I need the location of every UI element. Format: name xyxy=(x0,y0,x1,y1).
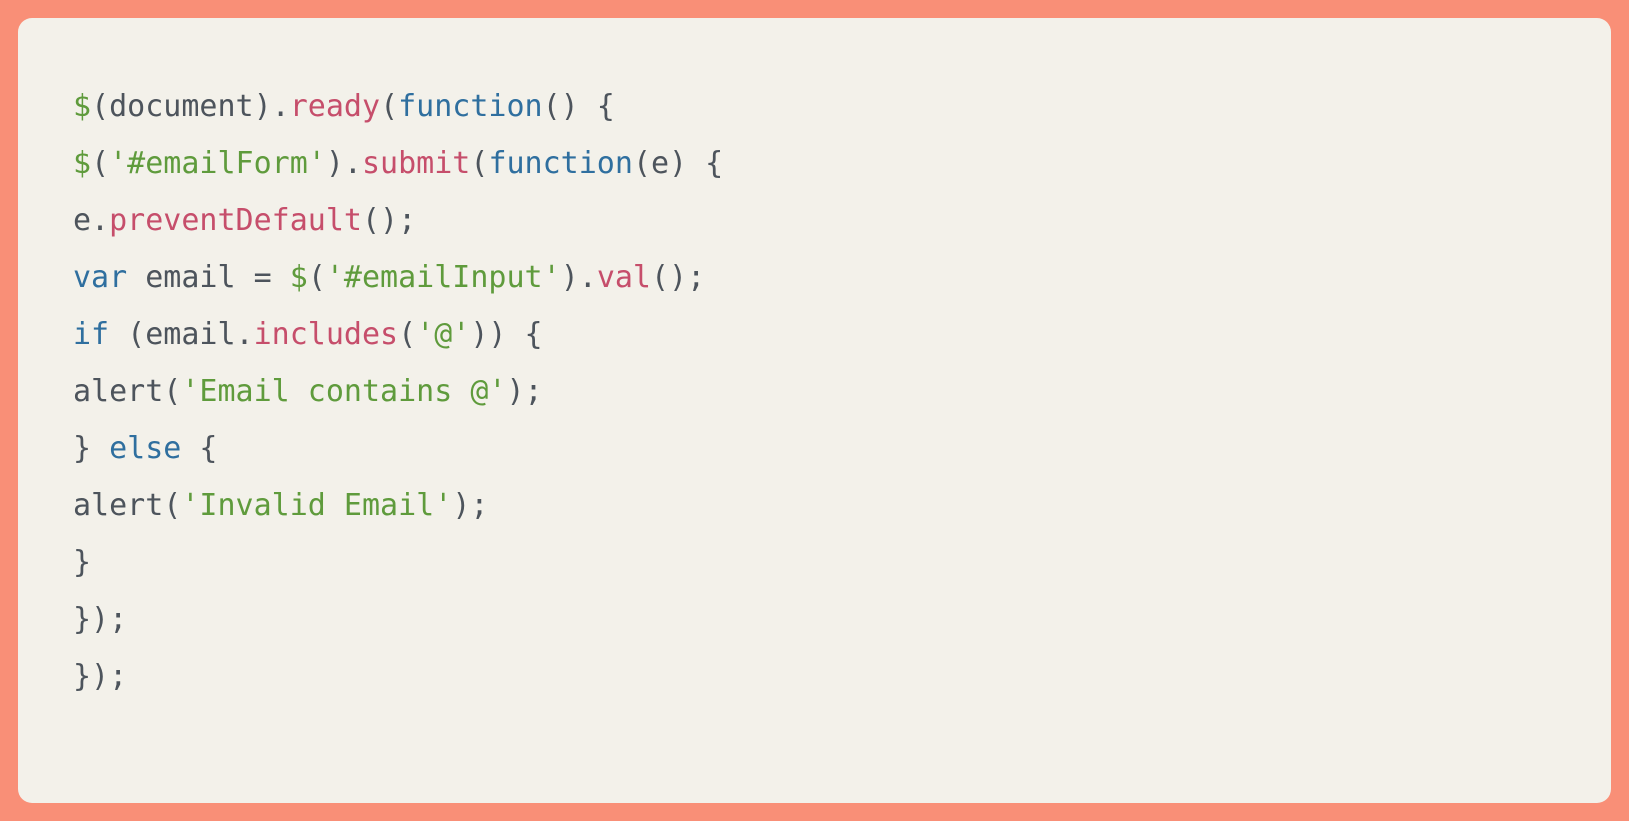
code-token: '@' xyxy=(416,317,470,352)
code-token: )) { xyxy=(470,317,542,352)
code-token: (); xyxy=(651,260,705,295)
code-token: email = xyxy=(127,260,290,295)
code-token: $ xyxy=(73,89,91,124)
code-token: ( xyxy=(398,317,416,352)
code-token: alert( xyxy=(73,488,181,523)
code-line: alert('Email contains @'); xyxy=(73,363,1556,420)
code-token: (); xyxy=(362,203,416,238)
code-token: ); xyxy=(506,374,542,409)
code-line: alert('Invalid Email'); xyxy=(73,477,1556,534)
code-line: $(document).ready(function() { xyxy=(73,78,1556,135)
code-line: }); xyxy=(73,648,1556,705)
code-token: e. xyxy=(73,203,109,238)
code-token: else xyxy=(109,431,181,466)
code-token: '#emailInput' xyxy=(326,260,561,295)
code-token: $ xyxy=(290,260,308,295)
code-token: submit xyxy=(362,146,470,181)
code-token: ( xyxy=(308,260,326,295)
code-token: ); xyxy=(452,488,488,523)
code-line: if (email.includes('@')) { xyxy=(73,306,1556,363)
code-token: }); xyxy=(73,602,127,637)
code-line: }); xyxy=(73,591,1556,648)
code-line: } else { xyxy=(73,420,1556,477)
code-token: (e) { xyxy=(633,146,723,181)
code-line: } xyxy=(73,534,1556,591)
code-token: ). xyxy=(561,260,597,295)
code-token: ( xyxy=(380,89,398,124)
code-token: alert( xyxy=(73,374,181,409)
code-token: { xyxy=(181,431,217,466)
code-token: } xyxy=(73,431,109,466)
code-token: ). xyxy=(326,146,362,181)
code-token: () { xyxy=(543,89,615,124)
code-token: 'Invalid Email' xyxy=(181,488,452,523)
code-token: function xyxy=(488,146,633,181)
code-token: } xyxy=(73,545,91,580)
code-block: $(document).ready(function() {$('#emailF… xyxy=(18,18,1611,803)
code-token: (document). xyxy=(91,89,290,124)
code-token: includes xyxy=(254,317,399,352)
code-token: '#emailForm' xyxy=(109,146,326,181)
code-token: if xyxy=(73,317,109,352)
code-token: function xyxy=(398,89,543,124)
code-token: preventDefault xyxy=(109,203,362,238)
code-token: var xyxy=(73,260,127,295)
code-token: val xyxy=(597,260,651,295)
code-line: e.preventDefault(); xyxy=(73,192,1556,249)
code-token: ( xyxy=(470,146,488,181)
code-line: $('#emailForm').submit(function(e) { xyxy=(73,135,1556,192)
code-token: }); xyxy=(73,659,127,694)
code-token: 'Email contains @' xyxy=(181,374,506,409)
code-token: ( xyxy=(91,146,109,181)
code-line: var email = $('#emailInput').val(); xyxy=(73,249,1556,306)
code-token: (email. xyxy=(109,317,254,352)
code-token: ready xyxy=(290,89,380,124)
code-token: $ xyxy=(73,146,91,181)
